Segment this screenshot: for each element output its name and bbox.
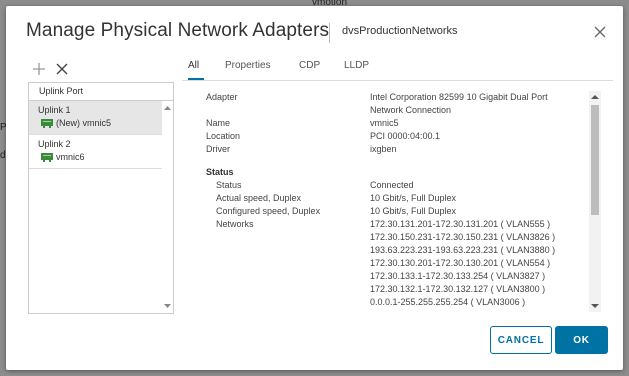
location-label: Location <box>206 131 241 141</box>
x-icon <box>56 63 68 75</box>
scrollbar-thumb[interactable] <box>591 105 599 215</box>
network-entry: 172.30.133.1-172.30.133.254 ( VLAN3827 ) <box>370 271 546 281</box>
status-section-heading: Status <box>206 167 234 177</box>
plus-icon <box>33 63 45 75</box>
name-value: vmnic5 <box>370 118 399 128</box>
adapter-row-vmnic6[interactable]: vmnic6 <box>29 152 173 168</box>
tab-lldp[interactable]: LLDP <box>344 60 369 71</box>
adapter-details: Adapter Intel Corporation 82599 10 Gigab… <box>190 86 603 311</box>
scroll-up-icon <box>164 106 171 110</box>
adapter-value-line1: Intel Corporation 82599 10 Gigabit Dual … <box>370 92 548 102</box>
network-entry: 172.30.131.201-172.30.131.201 ( VLAN555 … <box>370 219 551 229</box>
uplink-label: Uplink 2 <box>38 139 71 149</box>
dialog-title: Manage Physical Network Adapters <box>26 20 330 41</box>
close-button[interactable] <box>592 24 608 40</box>
network-entry: 172.30.132.1-172.30.132.127 ( VLAN3800 ) <box>370 284 546 294</box>
network-entry: 172.30.130.201-172.30.130.201 ( VLAN554 … <box>370 258 551 268</box>
adapter-name: (New) vmnic5 <box>56 118 112 128</box>
uplink-port-header: Uplink Port <box>29 83 173 101</box>
adapter-name: vmnic6 <box>56 152 85 162</box>
tab-cdp[interactable]: CDP <box>299 60 320 71</box>
status-value: Connected <box>370 180 414 190</box>
name-label: Name <box>206 118 231 128</box>
network-entry: 172.30.150.231-172.30.150.231 ( VLAN3826… <box>370 232 556 242</box>
actual-speed-value: 10 Gbit/s, Full Duplex <box>370 193 457 203</box>
adapter-label: Adapter <box>206 92 238 102</box>
network-adapter-icon <box>41 152 53 162</box>
left-scrollbar[interactable] <box>162 101 173 313</box>
title-divider <box>329 23 330 43</box>
configured-speed-label: Configured speed, Duplex <box>216 206 321 216</box>
scroll-up-icon <box>591 95 599 99</box>
network-entry: 193.63.223.231-193.63.223.231 ( VLAN3880… <box>370 245 556 255</box>
ok-button[interactable]: OK <box>555 326 608 354</box>
remove-adapter-button[interactable] <box>55 62 69 76</box>
actual-speed-label: Actual speed, Duplex <box>216 193 302 203</box>
add-adapter-button[interactable] <box>32 62 46 76</box>
adapter-row-vmnic5[interactable]: (New) vmnic5 <box>29 118 173 134</box>
uplink-list-panel: Uplink Port Uplink 1 (New) vmnic5 Uplink… <box>28 82 174 314</box>
scroll-down-icon <box>591 304 599 308</box>
networks-label: Networks <box>216 219 254 229</box>
tab-all[interactable]: All <box>188 60 199 71</box>
driver-value: ixgben <box>370 144 397 154</box>
driver-label: Driver <box>206 144 230 154</box>
close-icon <box>594 26 606 38</box>
tabs-divider <box>182 80 613 81</box>
uplink-label: Uplink 1 <box>38 105 71 115</box>
adapter-value-line2: Network Connection <box>370 105 452 115</box>
backdrop-text-d: d <box>0 150 6 161</box>
uplink-group-2[interactable]: Uplink 2 vmnic6 <box>29 135 173 169</box>
tab-properties[interactable]: Properties <box>225 60 271 71</box>
status-label: Status <box>216 180 242 190</box>
uplink-group-1[interactable]: Uplink 1 (New) vmnic5 <box>29 101 173 135</box>
scroll-down-icon <box>164 304 171 308</box>
configured-speed-value: 10 Gbit/s, Full Duplex <box>370 206 457 216</box>
details-scrollbar[interactable] <box>589 91 601 312</box>
cancel-button[interactable]: CANCEL <box>490 326 552 354</box>
network-adapter-icon <box>41 118 53 128</box>
network-entry: 0.0.0.1-255.255.255.254 ( VLAN3006 ) <box>370 297 526 307</box>
manage-adapters-dialog: Manage Physical Network Adapters dvsProd… <box>6 6 623 370</box>
dialog-subtitle: dvsProductionNetworks <box>342 25 458 37</box>
location-value: PCI 0000:04:00.1 <box>370 131 441 141</box>
